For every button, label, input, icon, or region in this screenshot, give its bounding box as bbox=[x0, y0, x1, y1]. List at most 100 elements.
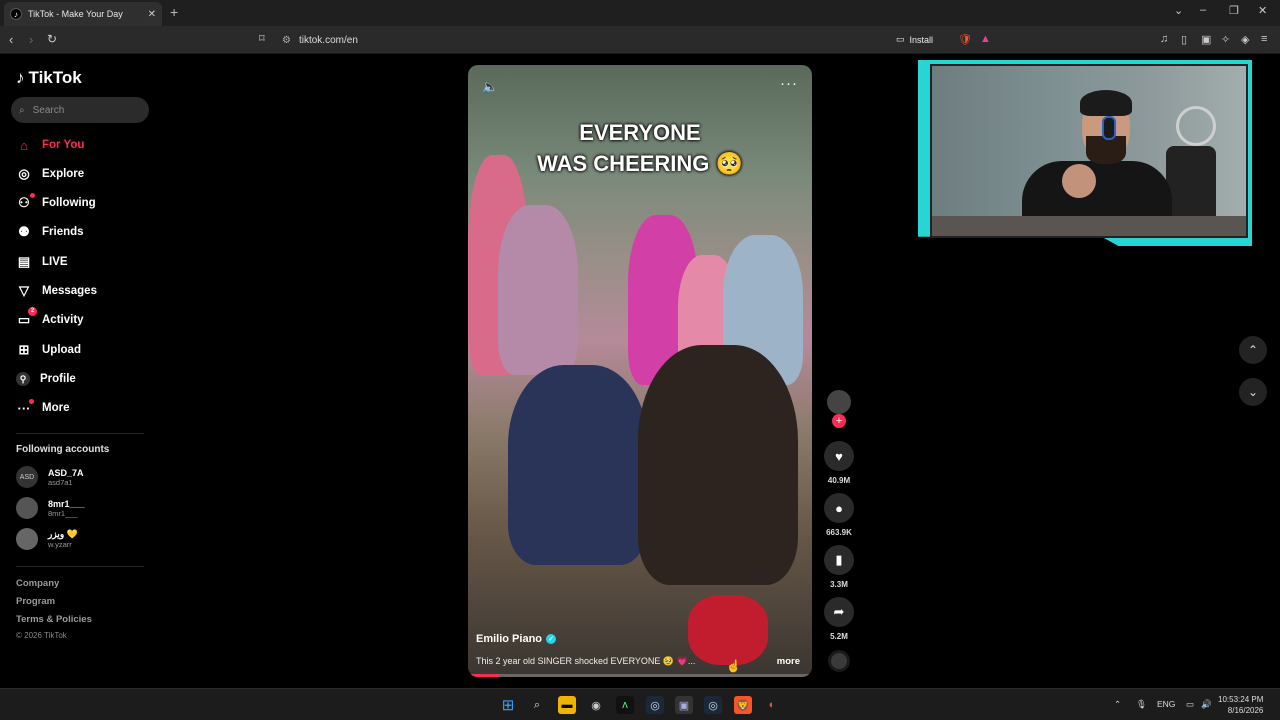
store-icon[interactable]: ▣ bbox=[675, 696, 693, 714]
video-progress-bar[interactable] bbox=[468, 674, 812, 677]
nav-more[interactable]: ··· More bbox=[16, 398, 69, 418]
live-icon: ▤ bbox=[17, 254, 31, 269]
comment-icon: ● bbox=[824, 493, 854, 523]
search-icon[interactable]: ⌕ bbox=[528, 696, 546, 714]
nav-explore[interactable]: ◎ Explore bbox=[16, 164, 84, 184]
reload-icon[interactable]: ↻ bbox=[47, 32, 57, 46]
bookmark-icon[interactable]: ⌑ bbox=[259, 32, 265, 45]
nav-activity[interactable]: ▭ Activity 2 bbox=[16, 307, 84, 330]
maximize-icon[interactable]: ❐ bbox=[1229, 4, 1239, 17]
back-icon[interactable]: ‹ bbox=[9, 32, 13, 47]
close-window-icon[interactable]: ✕ bbox=[1258, 4, 1267, 17]
video-description: This 2 year old SINGER shocked EVERYONE … bbox=[476, 656, 696, 666]
volume-icon[interactable]: 🔊 bbox=[1201, 699, 1212, 710]
sidebar-toggle-icon[interactable]: ▯ bbox=[1181, 33, 1187, 46]
tab-list-chevron-icon[interactable]: ⌄ bbox=[1174, 4, 1183, 17]
forward-icon[interactable]: › bbox=[29, 32, 33, 47]
nav-upload[interactable]: ⊞ Upload bbox=[16, 340, 81, 360]
next-video-button[interactable]: ⌄ bbox=[1239, 378, 1267, 406]
brave-browser-icon[interactable]: 🦁 bbox=[734, 696, 752, 714]
volume-icon[interactable]: 🔈 bbox=[482, 79, 498, 95]
leo-ai-icon[interactable]: ✧ bbox=[1221, 33, 1230, 46]
following-icon: ⚇ bbox=[18, 195, 30, 210]
footer-link-company[interactable]: Company bbox=[16, 578, 59, 589]
address-bar: ‹ › ↻ ⌑ ⚙ tiktok.com/en ▭ Install 🛡 ▲ ♫ … bbox=[0, 26, 1280, 54]
install-button[interactable]: ▭ Install bbox=[896, 34, 933, 45]
minimize-icon[interactable]: – bbox=[1200, 4, 1206, 16]
save-count: 3.3M bbox=[830, 580, 848, 589]
nav-live[interactable]: ▤ LIVE bbox=[16, 252, 68, 272]
heart-icon: ♥ bbox=[824, 441, 854, 471]
file-explorer-icon[interactable]: ▬ bbox=[558, 696, 576, 714]
nav-profile[interactable]: ⚲ Profile bbox=[16, 369, 76, 389]
following-accounts-title: Following accounts bbox=[16, 444, 110, 455]
new-tab-icon[interactable]: + bbox=[170, 4, 178, 20]
bookmark-icon: ▮ bbox=[824, 545, 854, 575]
brave-shields-icon[interactable]: 🛡 bbox=[958, 33, 972, 46]
system-clock[interactable]: 10:53:24 PM 8/16/2026 bbox=[1218, 694, 1263, 716]
person-hand bbox=[1062, 164, 1096, 198]
account-name: 8mr1___ bbox=[48, 498, 85, 509]
app-icon[interactable]: ◐ bbox=[763, 696, 781, 714]
install-label: Install bbox=[909, 34, 934, 45]
video-backpack bbox=[688, 595, 768, 665]
terminal-icon[interactable]: ʌ bbox=[616, 696, 634, 714]
browser-tab[interactable]: ♪ TikTok - Make Your Day ✕ bbox=[4, 2, 162, 26]
search-placeholder: Search bbox=[32, 104, 65, 116]
language-indicator[interactable]: ENG bbox=[1157, 699, 1175, 709]
footer-link-terms[interactable]: Terms & Policies bbox=[16, 614, 92, 625]
avatar: ASD bbox=[16, 466, 38, 488]
video-more-options-icon[interactable]: ··· bbox=[780, 75, 798, 92]
compass-icon: ◎ bbox=[18, 166, 30, 181]
account-item[interactable]: ASD ASD_7A asd7a1 bbox=[16, 466, 84, 488]
divider bbox=[16, 433, 144, 434]
video-figure bbox=[498, 205, 578, 375]
url-field[interactable]: ⚙ tiktok.com/en bbox=[282, 31, 1002, 49]
close-tab-icon[interactable]: ✕ bbox=[148, 9, 156, 20]
clock-time: 10:53:24 PM bbox=[1218, 695, 1264, 704]
previous-video-button[interactable]: ⌃ bbox=[1239, 336, 1267, 364]
nav-following[interactable]: ⚇ Following bbox=[16, 193, 96, 213]
search-icon: ⌕ bbox=[19, 104, 25, 116]
divider bbox=[16, 566, 144, 567]
microphone-icon[interactable]: 🎙 bbox=[1136, 699, 1147, 710]
save-button[interactable]: ▮ 3.3M bbox=[823, 545, 855, 589]
messages-icon: ▽ bbox=[19, 283, 29, 298]
network-icon[interactable]: ▭ bbox=[1186, 699, 1194, 710]
nav-friends[interactable]: ⚉ Friends bbox=[16, 222, 83, 242]
menu-icon[interactable]: ≡ bbox=[1261, 33, 1267, 45]
account-handle: asd7a1 bbox=[48, 477, 73, 487]
progress-fill bbox=[468, 674, 499, 677]
footer-link-program[interactable]: Program bbox=[16, 596, 55, 607]
profile-icon: ⚲ bbox=[16, 372, 30, 386]
tiktok-logo[interactable]: ♪ TikTok bbox=[16, 68, 82, 88]
tiktok-favicon-icon: ♪ bbox=[10, 8, 22, 20]
site-info-icon[interactable]: ⚙ bbox=[282, 35, 291, 46]
windows-start-icon[interactable]: ⊞ bbox=[499, 696, 517, 714]
steam-icon[interactable]: ◎ bbox=[646, 696, 664, 714]
music-disc-icon[interactable] bbox=[828, 650, 850, 672]
nav-messages[interactable]: ▽ Messages bbox=[16, 281, 97, 301]
follow-plus-icon[interactable]: + bbox=[832, 414, 846, 428]
notification-dot bbox=[30, 193, 35, 198]
video-player[interactable]: EVERYONE WAS CHEERING 🥺 🔈 ··· Emilio Pia… bbox=[468, 65, 812, 677]
like-button[interactable]: ♥ 40.9M bbox=[823, 441, 855, 485]
search-input[interactable]: ⌕ Search bbox=[11, 97, 149, 123]
nav-for-you[interactable]: ⌂ For You bbox=[16, 135, 84, 155]
tray-chevron-up-icon[interactable]: ⌃ bbox=[1114, 699, 1121, 710]
verified-icon: ✓ bbox=[546, 634, 557, 644]
comment-button[interactable]: ● 663.9K bbox=[823, 493, 855, 537]
brave-rewards-icon[interactable]: ▲ bbox=[980, 33, 991, 45]
media-icon[interactable]: ♫ bbox=[1160, 33, 1168, 45]
vpn-icon[interactable]: ◈ bbox=[1241, 33, 1249, 46]
wallet-icon[interactable]: ▣ bbox=[1201, 33, 1211, 46]
windows-taskbar: ⊞ ⌕ ▬ ◉ ʌ ◎ ▣ ◎ 🦁 ◐ ⌃ 🎙 ENG ▭ 🔊 10:53:24… bbox=[0, 688, 1280, 720]
share-button[interactable]: ➦ 5.2M bbox=[823, 597, 855, 641]
video-author[interactable]: Emilio Piano ✓ bbox=[476, 633, 557, 645]
account-item[interactable]: 8mr1___ 8mr1___ bbox=[16, 497, 85, 519]
steam-app-icon[interactable]: ◎ bbox=[704, 696, 722, 714]
account-item[interactable]: ويزر 💛 w.yzarr bbox=[16, 528, 78, 550]
creator-avatar[interactable] bbox=[827, 390, 851, 414]
more-link[interactable]: more bbox=[777, 656, 800, 667]
obs-icon[interactable]: ◉ bbox=[587, 696, 605, 714]
